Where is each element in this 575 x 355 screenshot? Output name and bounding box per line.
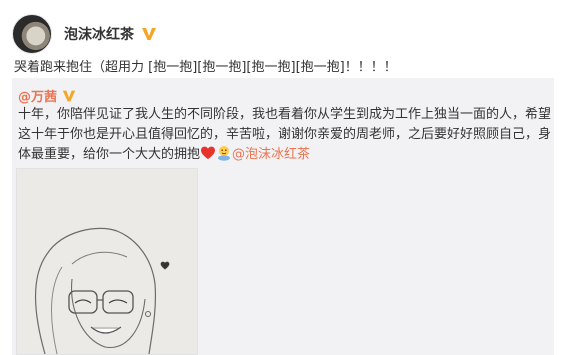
repost-text: 十年，你陪伴见证了我人生的不同阶段，我也看着你从学生到成为工作上独当一面的人，希…: [18, 105, 552, 165]
heart-icon: [201, 146, 216, 159]
post-header: 泡沫冰红茶: [12, 14, 158, 54]
repost-author-name[interactable]: @万茜: [18, 86, 57, 105]
mention-link[interactable]: @泡沫冰红茶: [232, 147, 310, 162]
repost-author: @万茜: [18, 86, 77, 105]
verified-v-icon: [142, 28, 156, 40]
verified-v-icon: [62, 90, 76, 101]
repost-card: @万茜 十年，你陪伴见证了我人生的不同阶段，我也看着你从学生到成为工作上独当一面…: [12, 78, 554, 355]
author-name[interactable]: 泡沫冰红茶: [64, 24, 134, 44]
post-text: 哭着跑来抱住（超用力 [抱一抱][抱一抱][抱一抱][抱一抱]！！！！: [14, 60, 397, 75]
sketch-drawing: [17, 169, 197, 354]
sketch-photo[interactable]: [16, 168, 198, 355]
hug-emoji-icon: [218, 146, 231, 161]
avatar[interactable]: [12, 14, 52, 54]
